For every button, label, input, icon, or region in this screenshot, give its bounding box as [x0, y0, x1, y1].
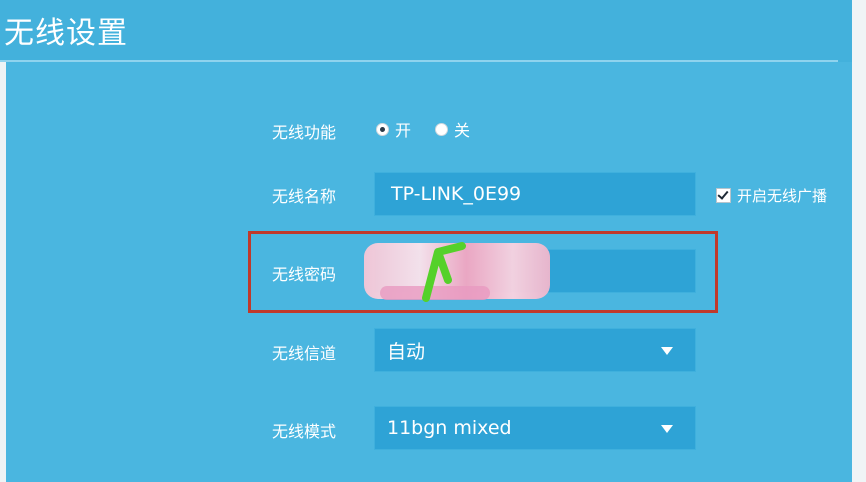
wireless-channel-select[interactable]: 自动: [374, 328, 696, 372]
chevron-down-icon: [661, 425, 673, 433]
wireless-mode-value: 11bgn mixed: [387, 417, 512, 439]
wireless-name-label: 无线名称: [272, 187, 337, 206]
wireless-mode-select[interactable]: 11bgn mixed: [374, 406, 696, 450]
broadcast-checkbox-row[interactable]: 开启无线广播: [716, 185, 827, 206]
broadcast-checkbox-label: 开启无线广播: [737, 187, 828, 205]
wireless-password-label: 无线密码: [272, 265, 337, 284]
window-edge-right: [852, 0, 866, 482]
radio-off-label[interactable]: 关: [454, 117, 470, 141]
wireless-channel-value: 自动: [387, 340, 426, 363]
wireless-name-input[interactable]: TP-LINK_0E99: [374, 172, 696, 216]
radio-on-label[interactable]: 开: [395, 117, 411, 141]
wireless-channel-label: 无线信道: [272, 344, 337, 363]
header: 无线设置: [0, 0, 852, 62]
wireless-function-label: 无线功能: [272, 123, 337, 142]
radio-off[interactable]: [435, 122, 449, 136]
chevron-down-icon: [661, 347, 673, 355]
header-divider: [0, 60, 838, 62]
green-scribble-mark: [422, 242, 466, 302]
wireless-function-radio-group: 开 关: [376, 117, 494, 141]
broadcast-checkbox[interactable]: [716, 188, 731, 203]
window-edge-left: [0, 62, 6, 482]
wireless-mode-label: 无线模式: [272, 422, 337, 441]
radio-on[interactable]: [376, 122, 389, 136]
page-title: 无线设置: [4, 16, 128, 51]
